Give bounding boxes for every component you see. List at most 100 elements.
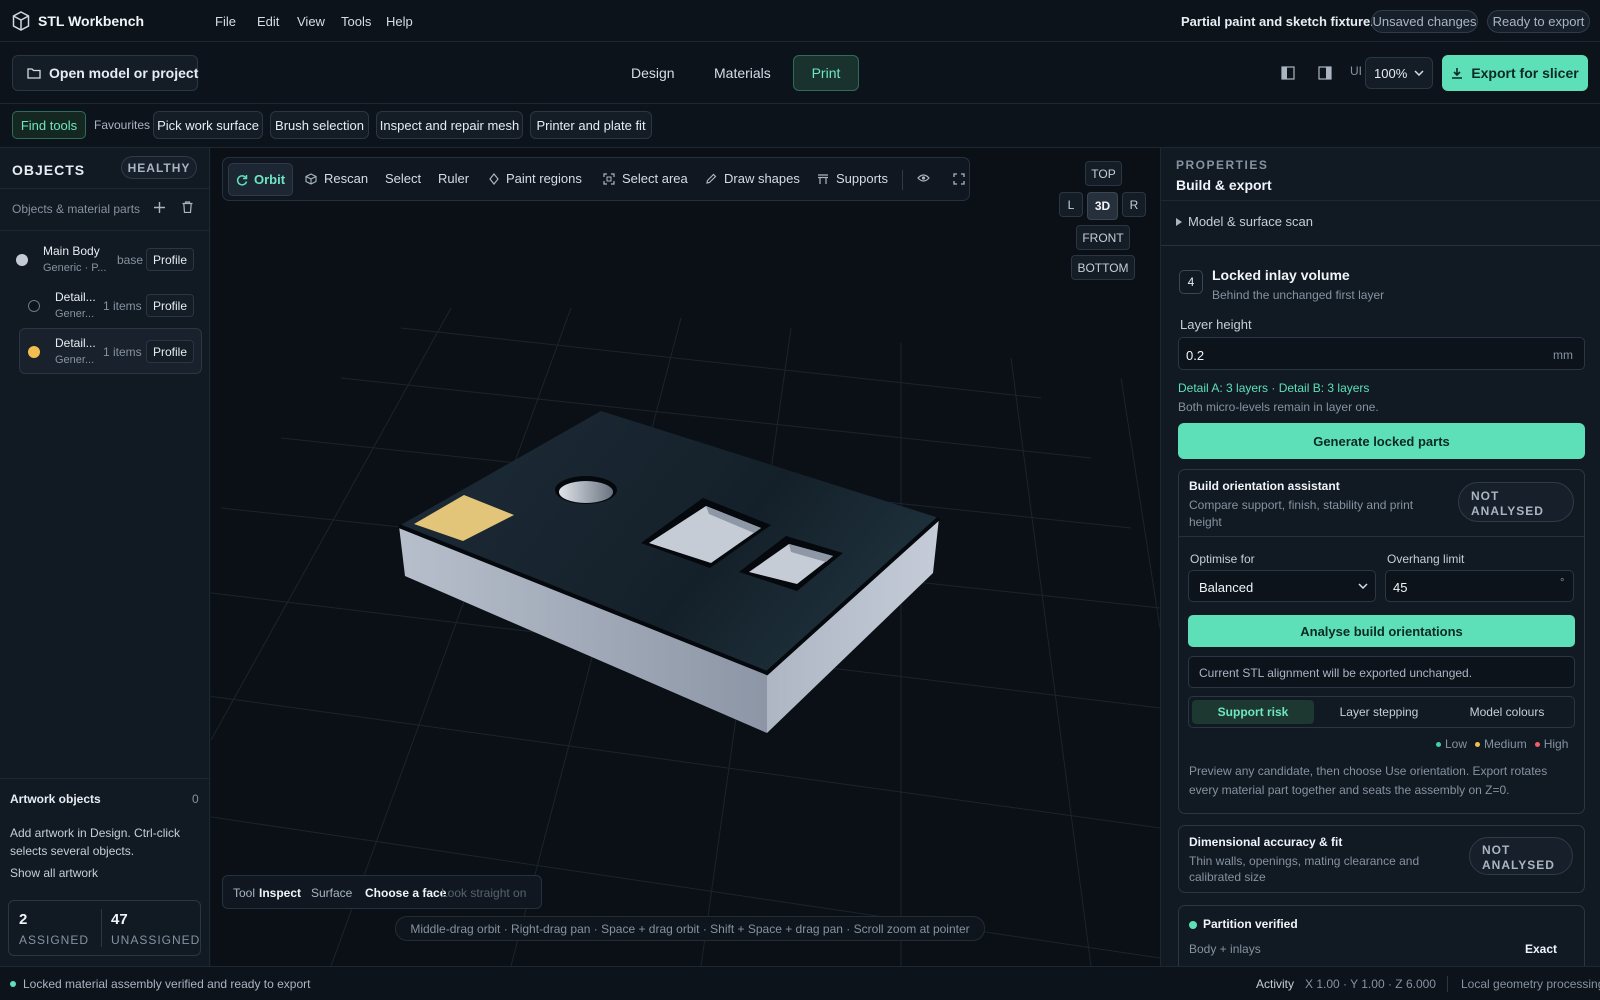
tab-materials[interactable]: Materials	[714, 65, 771, 81]
fullscreen-icon[interactable]	[953, 173, 965, 185]
object-row[interactable]: Main Body Generic · P... base Profile	[8, 240, 202, 280]
view-bottom-button[interactable]: BOTTOM	[1071, 255, 1135, 280]
tool-select-area[interactable]: Select area	[603, 171, 688, 186]
scan-section-toggle[interactable]: Model & surface scan	[1176, 214, 1313, 229]
app-logo-icon	[12, 11, 30, 31]
inspect-repair-button[interactable]: Inspect and repair mesh	[376, 111, 523, 139]
optimise-select[interactable]: Balanced	[1188, 570, 1376, 602]
show-all-artwork-link[interactable]: Show all artwork	[10, 866, 98, 880]
preview-mode-segmented: Support risk Layer stepping Model colour…	[1188, 696, 1575, 728]
main-toolbar: Open model or project Design Materials P…	[0, 42, 1600, 104]
artwork-help: Add artwork in Design. Ctrl-click select…	[10, 826, 181, 858]
chevron-down-icon	[1358, 583, 1368, 589]
add-object-icon[interactable]	[154, 202, 165, 213]
view-front-label: FRONT	[1082, 230, 1124, 245]
segment-layer-stepping[interactable]: Layer stepping	[1318, 700, 1440, 724]
legend-medium: Medium	[1475, 737, 1527, 751]
view-3d-button[interactable]: 3D	[1087, 192, 1118, 220]
orientation-title: Build orientation assistant	[1189, 479, 1340, 493]
menu-tools[interactable]: Tools	[341, 14, 371, 29]
alignment-note: Current STL alignment will be exported u…	[1199, 666, 1473, 680]
object-profile-button[interactable]: Profile	[146, 340, 194, 363]
layer-height-value: 0.2	[1186, 348, 1205, 363]
object-color-swatch	[16, 254, 28, 266]
object-row-selected[interactable]: Detail... Gener... 1 items Profile	[19, 328, 202, 374]
segment-support-risk[interactable]: Support risk	[1192, 700, 1314, 724]
object-row[interactable]: Detail... Gener... 1 items Profile	[8, 286, 202, 326]
view-left-button[interactable]: L	[1059, 192, 1083, 217]
object-meta: 1 items	[103, 299, 142, 313]
pencil-icon	[705, 173, 717, 185]
delete-object-icon[interactable]	[182, 201, 193, 213]
partition-title: Partition verified	[1203, 917, 1298, 931]
segment-layer-stepping-label: Layer stepping	[1339, 705, 1419, 719]
legend-high-label: High	[1543, 737, 1569, 751]
tool-select-area-label: Select area	[622, 171, 688, 186]
export-slicer-button[interactable]: Export for slicer	[1442, 55, 1588, 91]
printer-plate-fit-button[interactable]: Printer and plate fit	[530, 111, 652, 139]
viewport-status-chip: Tool Inspect Surface Choose a face Look …	[222, 875, 542, 909]
partition-row-value: Exact	[1525, 942, 1558, 956]
menu-edit[interactable]: Edit	[257, 14, 279, 29]
unsaved-badge-label: Unsaved changes	[1372, 14, 1477, 29]
menu-file[interactable]: File	[215, 14, 236, 29]
tool-ruler[interactable]: Ruler	[438, 171, 469, 186]
viewport-3d[interactable]: Orbit Rescan Select Ruler Paint regions …	[211, 148, 1160, 966]
segment-model-colours[interactable]: Model colours	[1444, 700, 1570, 724]
activity-link[interactable]: Activity	[1256, 977, 1294, 991]
object-sub: Gener...	[55, 354, 95, 366]
partition-card: Partition verified Body + inlays Exact	[1178, 905, 1585, 967]
open-model-button[interactable]: Open model or project	[12, 55, 198, 91]
status-tool-value: Inspect	[259, 886, 302, 900]
legend-low: Low	[1436, 737, 1467, 751]
view-top-button[interactable]: TOP	[1085, 161, 1122, 186]
layer-height-label: Layer height	[1180, 317, 1252, 332]
object-color-swatch	[28, 346, 40, 358]
folder-icon	[27, 67, 41, 79]
object-profile-label: Profile	[152, 298, 187, 313]
tool-select[interactable]: Select	[385, 171, 421, 186]
ui-zoom-select[interactable]: 100%	[1365, 57, 1433, 89]
accuracy-title: Dimensional accuracy & fit	[1189, 835, 1343, 849]
tab-print-label: Print	[811, 65, 841, 81]
right-panel-toggle-icon[interactable]	[1318, 66, 1332, 80]
generate-locked-parts-button[interactable]: Generate locked parts	[1178, 423, 1585, 459]
object-name: Main Body	[43, 244, 100, 258]
objects-title: OBJECTS	[12, 162, 86, 178]
object-profile-button[interactable]: Profile	[146, 294, 194, 317]
tool-draw-shapes[interactable]: Draw shapes	[705, 171, 800, 186]
left-panel-toggle-icon[interactable]	[1281, 66, 1295, 80]
tool-orbit[interactable]: Orbit	[228, 163, 293, 196]
analyse-orientations-button[interactable]: Analyse build orientations	[1188, 615, 1575, 647]
orientation-card: Build orientation assistant Compare supp…	[1178, 469, 1585, 814]
status-bar: Locked material assembly verified and re…	[0, 966, 1600, 1000]
tool-supports[interactable]: Supports	[817, 171, 888, 186]
overhang-input[interactable]: 45 °	[1385, 570, 1574, 602]
tab-print[interactable]: Print	[793, 55, 859, 91]
menu-help[interactable]: Help	[386, 14, 413, 29]
layer-height-input[interactable]: 0.2 mm	[1178, 337, 1585, 370]
tool-rescan[interactable]: Rescan	[305, 171, 368, 186]
brush-selection-button[interactable]: Brush selection	[270, 111, 369, 139]
scene-canvas[interactable]	[211, 148, 1160, 966]
tab-design[interactable]: Design	[631, 65, 675, 81]
step-subtitle: Behind the unchanged first layer	[1212, 288, 1385, 302]
tool-paint-regions-label: Paint regions	[506, 171, 582, 186]
assignment-stats: 2 ASSIGNED 47 UNASSIGNED	[8, 900, 201, 956]
find-tools-button[interactable]: Find tools	[12, 111, 86, 139]
step-title: Locked inlay volume	[1212, 267, 1350, 283]
view-right-button[interactable]: R	[1122, 192, 1146, 217]
optimise-label: Optimise for	[1190, 552, 1255, 566]
partition-row-label: Body + inlays	[1189, 942, 1261, 956]
object-profile-button[interactable]: Profile	[146, 248, 194, 271]
tool-paint-regions[interactable]: Paint regions	[489, 171, 582, 186]
view-top-label: TOP	[1091, 166, 1116, 181]
look-straight-on-button[interactable]: Look straight on	[441, 886, 526, 900]
pick-work-surface-button[interactable]: Pick work surface	[153, 111, 263, 139]
visibility-eye-icon[interactable]	[917, 173, 930, 183]
status-tool-label: Tool	[233, 886, 256, 900]
menu-view[interactable]: View	[297, 14, 325, 29]
health-badge-label: HEALTHY	[127, 160, 191, 175]
quick-tools-bar: Find tools Favourites Pick work surface …	[0, 104, 1600, 148]
view-front-button[interactable]: FRONT	[1076, 225, 1130, 250]
